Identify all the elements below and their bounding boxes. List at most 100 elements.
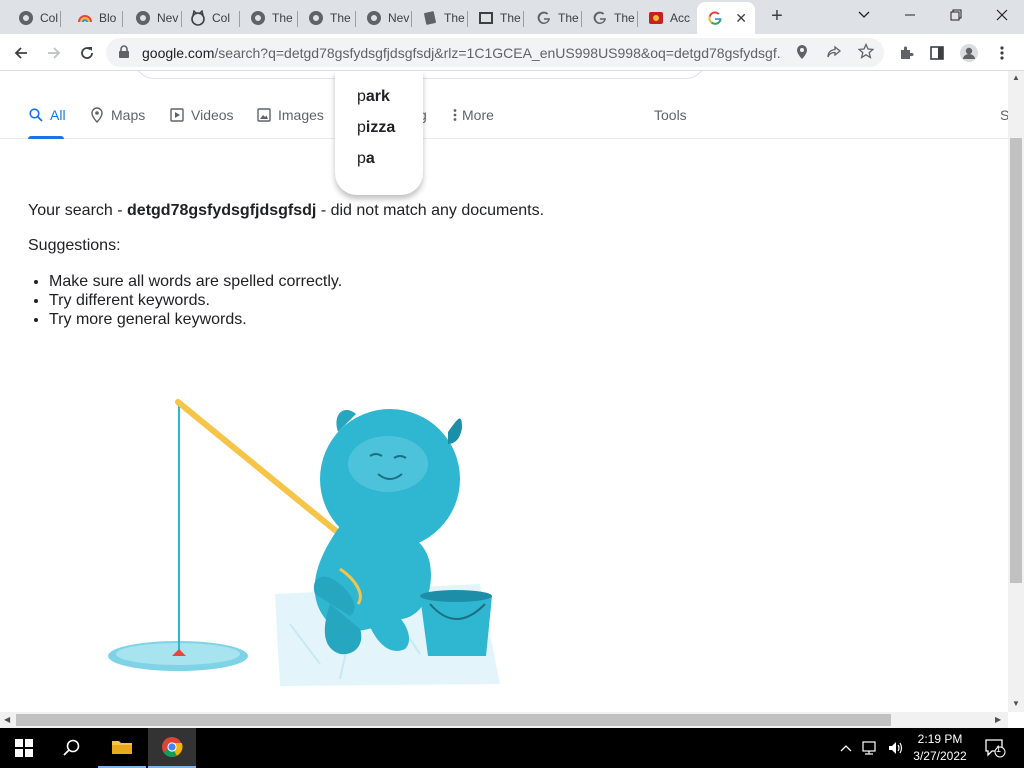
browser-tab[interactable]: The <box>240 4 298 32</box>
more-vertical-icon <box>452 107 458 123</box>
browser-tab[interactable]: The <box>582 4 638 32</box>
tab-title: The <box>444 11 465 25</box>
tab-title: Col <box>40 11 59 25</box>
tab-title: The <box>500 11 521 25</box>
browser-tab[interactable]: Nev <box>125 4 182 32</box>
film-icon <box>478 10 494 26</box>
minimize-icon[interactable] <box>896 4 924 26</box>
notification-center-icon[interactable]: 1 <box>980 728 1010 768</box>
globe-icon <box>135 10 151 26</box>
safesearch-button[interactable]: S <box>1000 107 1008 123</box>
url-text[interactable]: google.com/search?q=detgd78gsfydsgfjdsgf… <box>142 45 782 61</box>
tools-button[interactable]: Tools <box>654 107 687 123</box>
extensions-icon[interactable] <box>893 40 919 66</box>
suggestions-list: Make sure all words are spelled correctl… <box>49 272 342 329</box>
map-pin-icon <box>89 107 105 123</box>
screen: Col Blo Nev Col The The Nev The The The … <box>0 0 1024 768</box>
cat-icon <box>190 10 206 26</box>
horizontal-scroll-thumb[interactable] <box>16 714 891 726</box>
bookmark-star-icon[interactable] <box>857 42 875 64</box>
browser-tab-active[interactable]: ✕ <box>697 2 755 34</box>
search-icon <box>28 107 44 123</box>
no-results-message: Your search - detgd78gsfydsgfjdsgfsdj - … <box>28 202 545 219</box>
image-icon <box>256 107 272 123</box>
file-explorer-icon[interactable] <box>98 728 146 768</box>
suggestion-item[interactable]: pa <box>335 147 423 178</box>
tab-more[interactable]: More <box>452 107 494 123</box>
suggestions-heading: Suggestions: <box>28 237 121 254</box>
vertical-scroll-thumb[interactable] <box>1010 138 1022 583</box>
back-icon[interactable] <box>8 40 34 66</box>
chevron-up-icon[interactable] <box>834 728 858 768</box>
list-item: Try more general keywords. <box>49 310 342 329</box>
tab-title: Col <box>212 11 231 25</box>
chrome-icon[interactable] <box>148 728 196 768</box>
volume-icon[interactable] <box>884 728 908 768</box>
scroll-right-icon[interactable]: ▶ <box>995 715 1001 724</box>
tab-maps[interactable]: Maps <box>89 107 145 123</box>
close-window-icon[interactable] <box>988 4 1016 26</box>
list-item: Make sure all words are spelled correctl… <box>49 272 342 291</box>
location-icon[interactable] <box>796 44 808 65</box>
address-bar[interactable]: google.com/search?q=detgd78gsfydsgfjdsgf… <box>106 38 884 67</box>
browser-tab[interactable]: Col <box>8 4 61 32</box>
side-panel-icon[interactable] <box>924 40 950 66</box>
profile-avatar-icon[interactable] <box>956 40 982 66</box>
google-icon <box>592 10 608 26</box>
globe-icon <box>250 10 266 26</box>
browser-tab[interactable]: The <box>412 4 468 32</box>
forward-icon[interactable] <box>41 40 67 66</box>
scroll-up-icon[interactable]: ▲ <box>1012 73 1020 82</box>
tab-title: Nev <box>157 11 179 25</box>
page-icon <box>422 10 438 26</box>
share-icon[interactable] <box>826 44 842 65</box>
search-icon[interactable] <box>48 728 96 768</box>
tab-title: The <box>272 11 293 25</box>
notification-count: 1 <box>996 744 1002 754</box>
tab-title: Blo <box>99 11 117 25</box>
browser-menu-icon[interactable] <box>989 40 1015 66</box>
tab-videos[interactable]: Videos <box>169 107 234 123</box>
tab-all[interactable]: All <box>28 107 66 123</box>
tab-search-icon[interactable] <box>850 4 878 26</box>
tab-title: The <box>558 11 579 25</box>
globe-icon <box>308 10 324 26</box>
system-clock[interactable]: 2:19 PM 3/27/2022 <box>908 731 972 765</box>
browser-toolbar: google.com/search?q=detgd78gsfydsgfjdsgf… <box>0 34 1024 71</box>
browser-tab[interactable]: Acc <box>638 4 696 32</box>
globe-icon <box>366 10 382 26</box>
browser-tab[interactable]: Col <box>180 4 240 32</box>
search-tabs: All Maps Videos Images g More To <box>0 101 1008 139</box>
tab-images[interactable]: Images <box>256 107 324 123</box>
tab-title: Nev <box>388 11 410 25</box>
video-play-icon <box>169 107 185 123</box>
suggestion-item[interactable]: pizza <box>335 116 423 147</box>
new-tab-button[interactable]: + <box>766 6 788 28</box>
browser-tab[interactable]: The <box>298 4 356 32</box>
browser-tab[interactable]: The <box>526 4 582 32</box>
browser-tab[interactable]: Blo <box>67 4 123 32</box>
browser-tab[interactable]: The <box>468 4 524 32</box>
lock-icon[interactable] <box>118 45 130 64</box>
scroll-down-icon[interactable]: ▼ <box>1012 699 1020 708</box>
restore-icon[interactable] <box>942 4 970 26</box>
close-tab-icon[interactable]: ✕ <box>735 10 747 27</box>
globe-icon <box>18 10 34 26</box>
list-item: Try different keywords. <box>49 291 342 310</box>
suggestion-item[interactable]: park <box>335 85 423 116</box>
clock-date: 3/27/2022 <box>913 749 967 763</box>
active-tab-indicator <box>28 136 64 139</box>
scroll-left-icon[interactable]: ◀ <box>4 715 10 724</box>
browser-tab[interactable]: Nev <box>356 4 412 32</box>
search-results-page: All Maps Videos Images g More To <box>0 71 1008 712</box>
network-icon[interactable] <box>858 728 884 768</box>
fishing-yeti-illustration <box>108 399 500 686</box>
taskbar: 2:19 PM 3/27/2022 1 <box>0 728 1024 768</box>
tab-title: The <box>614 11 635 25</box>
tab-title: The <box>330 11 351 25</box>
windows-start-icon[interactable] <box>0 728 48 768</box>
tab-title: Acc <box>670 11 691 25</box>
rainbow-icon <box>77 10 93 26</box>
tab-strip: Col Blo Nev Col The The Nev The The The … <box>0 0 1024 34</box>
reload-icon[interactable] <box>74 40 100 66</box>
